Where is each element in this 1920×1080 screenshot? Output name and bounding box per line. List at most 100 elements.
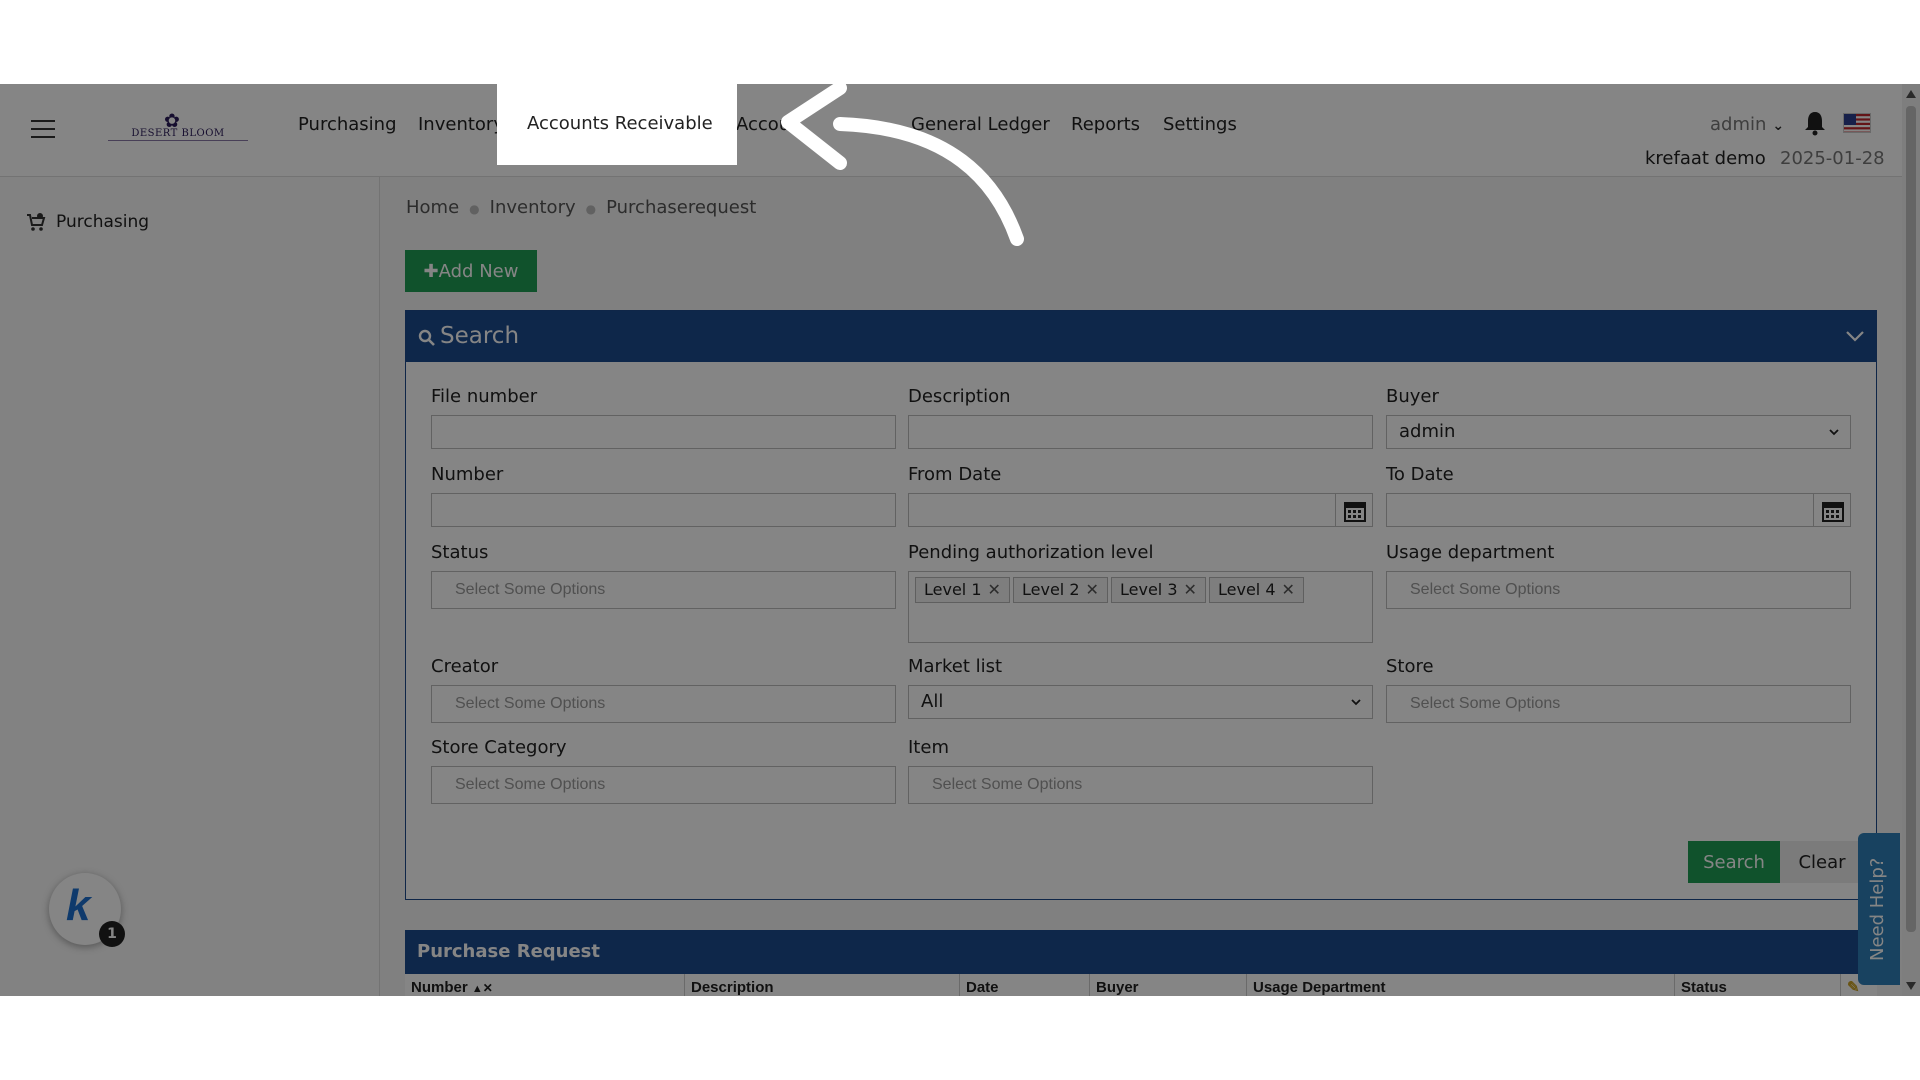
- market-list-label: Market list: [908, 656, 1003, 677]
- usage-department-select[interactable]: Select Some Options: [1386, 571, 1851, 609]
- search-panel: Search File number Description Buyer adm…: [405, 310, 1877, 900]
- remove-tag-icon[interactable]: ✕: [988, 580, 1001, 599]
- nav-settings[interactable]: Settings: [1163, 110, 1237, 140]
- nav-accounts-receivable[interactable]: Accounts Receivable: [527, 109, 713, 139]
- logo-text: DESERT BLOOM: [108, 128, 248, 141]
- column-buyer[interactable]: Buyer: [1090, 974, 1247, 996]
- nav-reports[interactable]: Reports: [1071, 110, 1140, 140]
- status-label: Status: [431, 542, 489, 563]
- top-bar: ✿ DESERT BLOOM Purchasing Inventory Acco…: [0, 84, 1902, 177]
- breadcrumb-current: Purchaserequest: [606, 197, 757, 218]
- add-new-button[interactable]: ✚Add New: [405, 250, 537, 292]
- company-name: krefaat demo: [1645, 148, 1766, 169]
- usage-department-label: Usage department: [1386, 542, 1555, 563]
- scroll-up-arrow[interactable]: [1906, 90, 1916, 98]
- remove-sort-icon[interactable]: ✕: [483, 981, 493, 995]
- plus-icon: ✚: [423, 260, 439, 282]
- tag-level-1: Level 1 ✕: [915, 577, 1010, 603]
- market-list-value: All: [921, 691, 944, 712]
- item-select[interactable]: Select Some Options: [908, 766, 1373, 804]
- column-date[interactable]: Date: [960, 974, 1090, 996]
- search-panel-header[interactable]: Search: [406, 311, 1876, 362]
- scrollbar[interactable]: [1902, 84, 1920, 996]
- status-select[interactable]: Select Some Options: [431, 571, 896, 609]
- cart-icon: [27, 213, 46, 231]
- column-usage-department[interactable]: Usage Department: [1247, 974, 1675, 996]
- item-label: Item: [908, 737, 949, 758]
- description-label: Description: [908, 386, 1011, 407]
- breadcrumb: Home ● Inventory ● Purchaserequest: [406, 197, 757, 218]
- pending-level-multiselect[interactable]: Level 1 ✕ Level 2 ✕ Level 3 ✕ Level 4 ✕: [908, 571, 1373, 643]
- store-label: Store: [1386, 656, 1434, 677]
- chevron-down-icon: [1829, 429, 1839, 436]
- bell-icon[interactable]: [1804, 110, 1826, 136]
- clear-button[interactable]: Clear: [1780, 841, 1864, 883]
- from-date-input[interactable]: [908, 493, 1336, 527]
- buyer-label: Buyer: [1386, 386, 1439, 407]
- scroll-down-arrow[interactable]: [1906, 982, 1916, 990]
- main-content: Home ● Inventory ● Purchaserequest ✚Add New …: [380, 177, 1902, 996]
- screen: ✿ DESERT BLOOM Purchasing Inventory Acco…: [0, 0, 1920, 1080]
- need-help-tab[interactable]: Need Help?: [1858, 833, 1900, 985]
- buyer-select[interactable]: admin: [1386, 415, 1851, 449]
- nav-general-ledger[interactable]: General Ledger: [911, 110, 1050, 140]
- store-category-label: Store Category: [431, 737, 567, 758]
- pending-level-label: Pending authorization level: [908, 542, 1154, 563]
- nav-accounts-partial[interactable]: Accou: [736, 110, 790, 140]
- tag-level-2: Level 2 ✕: [1013, 577, 1108, 603]
- notification-count: 1: [99, 921, 125, 947]
- nav-inventory[interactable]: Inventory: [418, 110, 504, 140]
- calendar-icon: [1822, 502, 1844, 522]
- purchase-request-header: Purchase Request: [405, 930, 1877, 974]
- market-list-select[interactable]: All: [908, 685, 1373, 719]
- from-date-calendar-button[interactable]: [1335, 493, 1373, 527]
- sidebar-item-purchasing[interactable]: Purchasing: [26, 209, 149, 235]
- store-category-select[interactable]: Select Some Options: [431, 766, 896, 804]
- highlighted-nav-box: Accounts Receivable: [497, 84, 737, 165]
- menu-icon[interactable]: [31, 120, 55, 138]
- user-menu[interactable]: admin ⌄: [1710, 110, 1784, 141]
- chevron-down-icon[interactable]: [1844, 325, 1866, 347]
- search-button[interactable]: Search: [1688, 841, 1780, 883]
- breadcrumb-inventory[interactable]: Inventory: [490, 197, 576, 218]
- chevron-down-icon: [1351, 699, 1361, 706]
- sort-asc-icon[interactable]: ▲: [472, 983, 483, 995]
- remove-tag-icon[interactable]: ✕: [1184, 580, 1197, 599]
- column-number[interactable]: Number ▲✕: [405, 974, 685, 996]
- chevron-down-icon: ⌄: [1772, 118, 1785, 134]
- scrollbar-thumb[interactable]: [1906, 106, 1916, 932]
- app-window: ✿ DESERT BLOOM Purchasing Inventory Acco…: [0, 84, 1920, 996]
- to-date-calendar-button[interactable]: [1813, 493, 1851, 527]
- k-logo-icon: k: [66, 881, 91, 930]
- to-date-input[interactable]: [1386, 493, 1814, 527]
- column-status[interactable]: Status: [1675, 974, 1841, 996]
- remove-tag-icon[interactable]: ✕: [1086, 580, 1099, 599]
- file-number-label: File number: [431, 386, 538, 407]
- buyer-value: admin: [1399, 421, 1456, 442]
- purchase-request-table-header: Number ▲✕ Description Date Buyer Usage D…: [405, 974, 1877, 996]
- sidebar: Purchasing: [0, 177, 380, 996]
- calendar-icon: [1344, 502, 1366, 522]
- remove-tag-icon[interactable]: ✕: [1282, 580, 1295, 599]
- number-label: Number: [431, 464, 504, 485]
- file-number-input[interactable]: [431, 415, 896, 449]
- description-input[interactable]: [908, 415, 1373, 449]
- tag-level-3: Level 3 ✕: [1111, 577, 1206, 603]
- creator-label: Creator: [431, 656, 499, 677]
- nav-purchasing[interactable]: Purchasing: [298, 110, 397, 140]
- us-flag-icon[interactable]: [1843, 113, 1871, 133]
- store-select[interactable]: Select Some Options: [1386, 685, 1851, 723]
- user-name: admin: [1710, 114, 1767, 135]
- current-date: 2025-01-28: [1780, 148, 1885, 169]
- assistant-badge[interactable]: k 1: [49, 873, 125, 947]
- company-logo[interactable]: ✿ DESERT BLOOM: [108, 110, 248, 144]
- search-icon: [418, 329, 435, 346]
- number-input[interactable]: [431, 493, 896, 527]
- breadcrumb-home[interactable]: Home: [406, 197, 459, 218]
- sidebar-item-label: Purchasing: [56, 212, 150, 232]
- tag-level-4: Level 4 ✕: [1209, 577, 1304, 603]
- creator-select[interactable]: Select Some Options: [431, 685, 896, 723]
- to-date-label: To Date: [1386, 464, 1454, 485]
- search-panel-title: Search: [440, 323, 520, 349]
- column-description[interactable]: Description: [685, 974, 960, 996]
